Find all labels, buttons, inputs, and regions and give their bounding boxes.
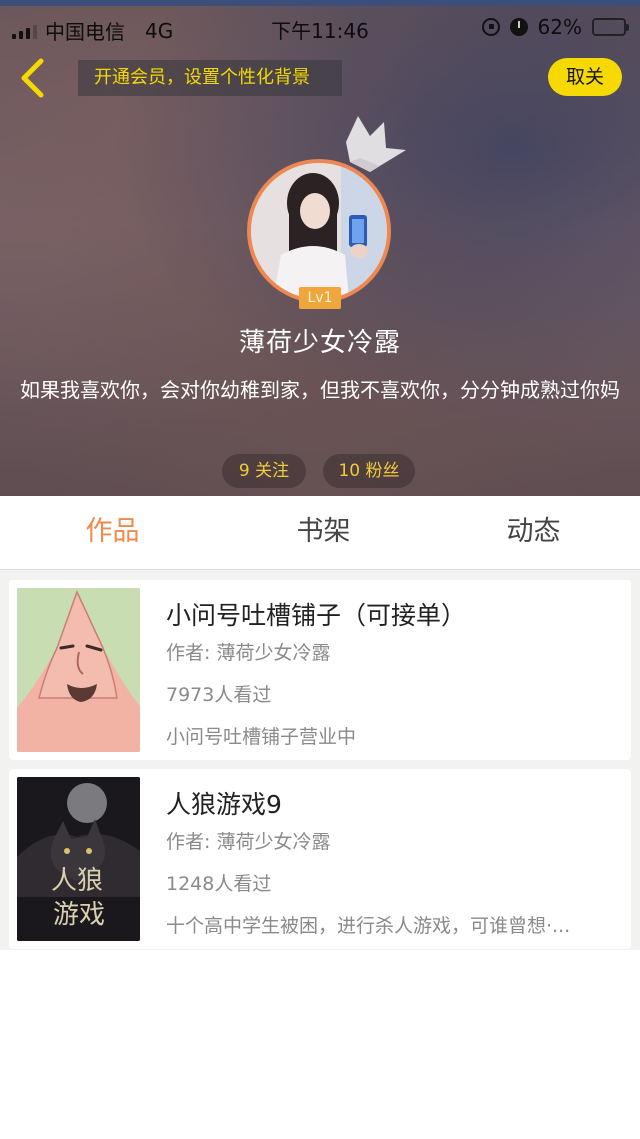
work-description: 小问号吐槽铺子营业中: [166, 726, 357, 748]
work-title: 小问号吐槽铺子（可接单）: [166, 601, 467, 630]
unfollow-button[interactable]: 取关: [548, 58, 622, 96]
user-bio: 如果我喜欢你，会对你幼稚到家，但我不喜欢你，分分钟成熟过你妈: [20, 378, 620, 402]
work-title: 人狼游戏9: [166, 790, 282, 819]
work-author: 作者: 薄荷少女冷露: [166, 831, 331, 853]
battery-percent: 62%: [537, 15, 582, 39]
tab-bookshelf[interactable]: 书架: [217, 496, 430, 570]
fans-count-button[interactable]: 10 粉丝: [323, 454, 415, 488]
work-views: 1248人看过: [166, 873, 272, 895]
work-description: 十个高中学生被困，进行杀人游戏，可谁曾想·...: [166, 915, 571, 937]
work-views: 7973人看过: [166, 684, 272, 706]
tab-activity[interactable]: 动态: [427, 496, 640, 570]
cover-illustration: [17, 588, 140, 752]
work-cover-image: 人狼 游戏: [17, 777, 140, 941]
profile-header: 中国电信 4G 下午11:46 62% 开通会员，设置个性化背景 取关 Lv1 …: [0, 0, 640, 496]
cover-title-line-1: 人狼: [51, 866, 103, 896]
level-badge: Lv1: [299, 287, 341, 309]
list-item[interactable]: 人狼 游戏 人狼游戏9 作者: 薄荷少女冷露 1248人看过 十个高中学生被困，…: [9, 769, 631, 949]
work-cover-image: [17, 588, 140, 752]
crown-icon: [346, 116, 406, 172]
top-edge-band: [0, 0, 640, 6]
status-bar: 中国电信 4G 下午11:46 62%: [0, 10, 640, 46]
following-count-button[interactable]: 9 关注: [222, 454, 306, 488]
list-item[interactable]: 小问号吐槽铺子（可接单） 作者: 薄荷少女冷露 7973人看过 小问号吐槽铺子营…: [9, 580, 631, 760]
back-button[interactable]: [14, 56, 54, 100]
avatar-photo: [251, 163, 387, 299]
member-banner[interactable]: 开通会员，设置个性化背景: [78, 60, 342, 96]
status-right: 62%: [481, 15, 629, 39]
alarm-icon: [509, 18, 528, 36]
chevron-left-icon: [21, 58, 44, 98]
tab-works[interactable]: 作品: [6, 496, 219, 570]
rotation-lock-icon: [481, 18, 500, 36]
cover-title-line-2: 游戏: [53, 900, 105, 930]
profile-tabs: 作品 书架 动态: [0, 496, 640, 570]
battery-icon: [592, 18, 629, 36]
cover-illustration: 人狼 游戏: [17, 777, 140, 941]
work-author: 作者: 薄荷少女冷露: [166, 642, 331, 664]
username: 薄荷少女冷露: [238, 328, 401, 358]
avatar[interactable]: [247, 159, 391, 303]
